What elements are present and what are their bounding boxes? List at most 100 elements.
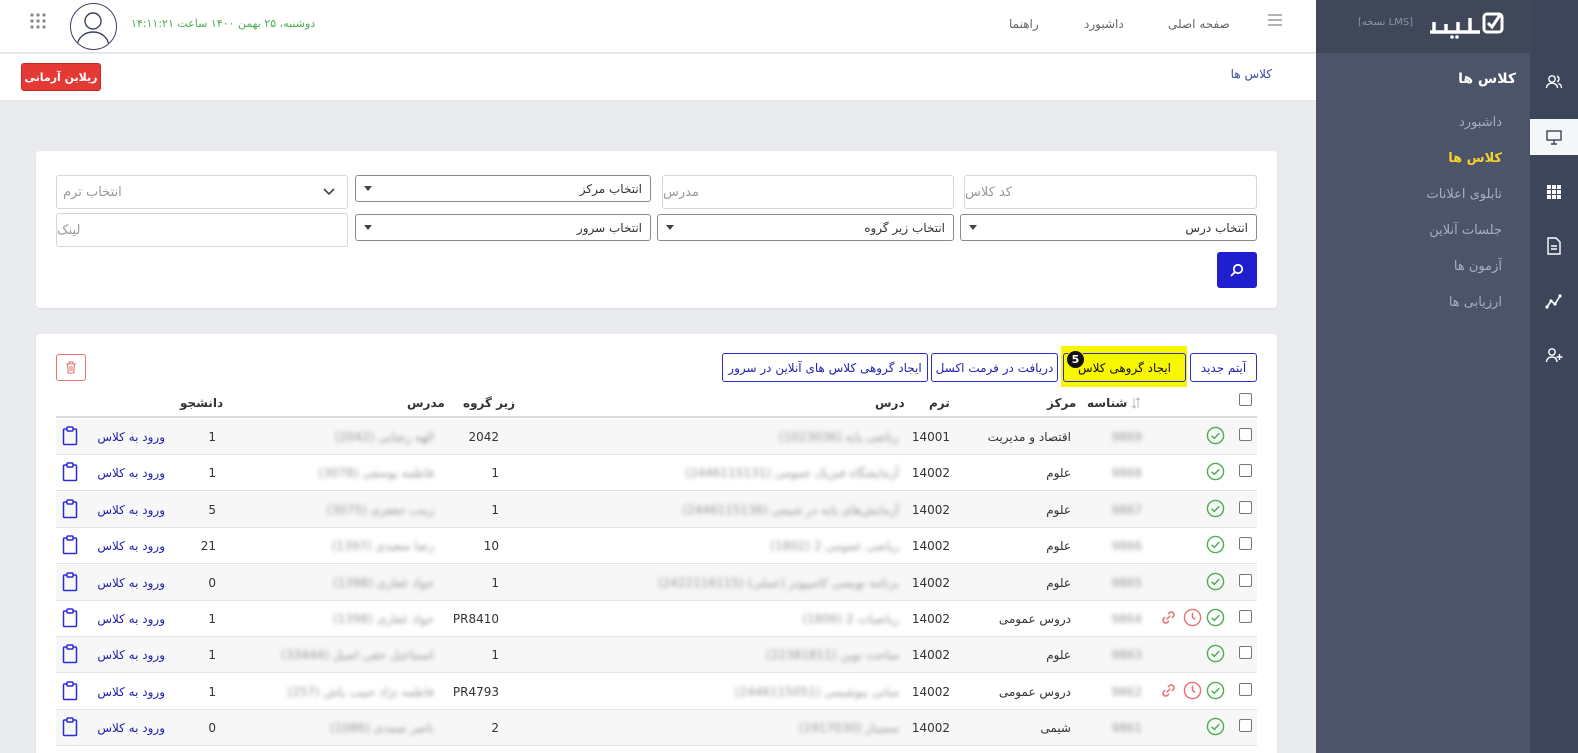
row-center: دروس عمومی (998, 685, 1071, 699)
table-row: 9865 علوم 14002 برنامه نویسی کامپیوتر (عملی… (56, 565, 1257, 601)
header-center[interactable]: مرکز (1047, 396, 1076, 410)
header-term[interactable]: ترم (929, 396, 950, 410)
analytics-icon[interactable] (1530, 283, 1578, 319)
add-user-icon[interactable] (1530, 337, 1578, 373)
clipboard-icon[interactable] (62, 426, 78, 446)
clipboard-icon[interactable] (62, 535, 78, 555)
row-students: 21 (200, 539, 216, 553)
enter-class-link[interactable]: ورود به کلاس (97, 430, 165, 444)
enter-class-link[interactable]: ورود به کلاس (97, 721, 165, 735)
bulk-online-create-button[interactable]: ایجاد گروهی کلاس های آنلاین در سرور (722, 353, 928, 382)
header-subgroup[interactable]: زیر گروه (463, 396, 515, 410)
enter-class-link[interactable]: ورود به کلاس (97, 685, 165, 699)
status-ok-icon[interactable] (1206, 462, 1225, 481)
breadcrumb[interactable]: کلاس ها (1231, 67, 1272, 81)
row-checkbox[interactable] (1239, 610, 1252, 623)
users-icon[interactable] (1530, 64, 1578, 100)
row-id: 9861 (1111, 721, 1142, 735)
row-teacher: زینب جعفری (3075) (326, 503, 434, 517)
row-center: علوم (1046, 539, 1071, 553)
row-students: 5 (208, 503, 216, 517)
enter-class-link[interactable]: ورود به کلاس (97, 539, 165, 553)
header-students[interactable]: دانشجو (180, 396, 223, 410)
row-checkbox[interactable] (1239, 428, 1252, 441)
delete-button[interactable] (56, 354, 86, 381)
link-icon[interactable] (1159, 608, 1178, 627)
enter-class-link[interactable]: ورود به کلاس (97, 612, 165, 626)
search-icon (1230, 263, 1244, 277)
clipboard-icon[interactable] (62, 608, 78, 628)
class-code-input[interactable]: کد کلاس (964, 175, 1257, 209)
link-icon[interactable] (1159, 681, 1178, 700)
avatar[interactable] (70, 3, 117, 50)
sort-icon[interactable] (1131, 397, 1141, 409)
nav-dashboard[interactable]: داشبورد (1084, 17, 1124, 31)
status-ok-icon[interactable] (1206, 535, 1225, 554)
status-ok-icon[interactable] (1206, 608, 1225, 627)
row-teacher: اسماعیل حقی اصیل (33444) (281, 648, 434, 662)
clipboard-icon[interactable] (62, 644, 78, 664)
term-select[interactable]: انتخاب ترم (56, 175, 348, 209)
row-term: 14002 (911, 612, 950, 626)
status-ok-icon[interactable] (1206, 644, 1225, 663)
row-checkbox[interactable] (1239, 683, 1252, 696)
subgroup-select[interactable]: انتخاب زیر گروه (657, 214, 954, 241)
header-id[interactable]: شناسه (1087, 396, 1127, 410)
enter-class-link[interactable]: ورود به کلاس (97, 648, 165, 662)
clock-icon[interactable] (1183, 681, 1202, 700)
sidebar-item-evaluations[interactable]: ارزیابی ها (1449, 295, 1502, 310)
row-checkbox[interactable] (1239, 646, 1252, 659)
link-input[interactable]: لینک (56, 213, 348, 247)
new-item-button[interactable]: آیتم جدید (1190, 353, 1257, 382)
monitor-icon[interactable] (1530, 119, 1578, 155)
document-icon[interactable] (1530, 228, 1578, 264)
clipboard-icon[interactable] (62, 717, 78, 737)
sidebar-item-exams[interactable]: آزمون ها (1454, 259, 1502, 274)
nav-home[interactable]: صفحه اصلی (1168, 17, 1230, 31)
sidebar-item-notice-board[interactable]: تابلوی اعلانات (1427, 187, 1502, 202)
course-select[interactable]: انتخاب درس (960, 214, 1257, 241)
status-ok-icon[interactable] (1206, 681, 1225, 700)
organization-button[interactable]: ریلاین آرمانی (21, 63, 101, 91)
clipboard-icon[interactable] (62, 681, 78, 701)
row-subgroup: 1 (491, 466, 499, 480)
row-checkbox[interactable] (1239, 574, 1252, 587)
select-all-checkbox[interactable] (1239, 393, 1252, 406)
row-center: علوم (1046, 503, 1071, 517)
nav-help[interactable]: راهنما (1009, 17, 1039, 31)
sidebar-section-title: کلاس ها (1458, 71, 1516, 87)
server-select[interactable]: انتخاب سرور (355, 214, 651, 241)
enter-class-link[interactable]: ورود به کلاس (97, 466, 165, 480)
table-row: 9864 دروس عمومی 14002 ریاضیات 2 (1806) PR841… (56, 601, 1257, 637)
header-course[interactable]: درس (875, 396, 905, 410)
status-ok-icon[interactable] (1206, 572, 1225, 591)
row-checkbox[interactable] (1239, 501, 1252, 514)
row-checkbox[interactable] (1239, 719, 1252, 732)
clipboard-icon[interactable] (62, 499, 78, 519)
row-course: مبانی بیوشیمی (2446115051) (734, 685, 899, 699)
sidebar-item-dashboard[interactable]: داشبورد (1459, 115, 1502, 130)
enter-class-link[interactable]: ورود به کلاس (97, 576, 165, 590)
header-teacher[interactable]: مدرس (407, 396, 445, 410)
status-ok-icon[interactable] (1206, 717, 1225, 736)
teacher-input[interactable]: مدرس (662, 175, 954, 209)
status-ok-icon[interactable] (1206, 426, 1225, 445)
row-checkbox[interactable] (1239, 537, 1252, 550)
row-course: آزمایش‌های پایه در شیمی (2446115136) (682, 503, 899, 517)
row-checkbox[interactable] (1239, 464, 1252, 477)
row-course: برنامه نویسی کامپیوتر (عملی) (2422116115… (657, 576, 899, 590)
clock-icon[interactable] (1183, 608, 1202, 627)
enter-class-link[interactable]: ورود به کلاس (97, 503, 165, 517)
row-term: 14001 (911, 430, 950, 444)
clipboard-icon[interactable] (62, 462, 78, 482)
sidebar-item-classes[interactable]: کلاس ها (1448, 151, 1502, 166)
menu-toggle-icon[interactable] (1268, 13, 1282, 27)
excel-export-button[interactable]: دریافت در فرمت اکسل (931, 353, 1058, 382)
grid-icon[interactable] (1530, 174, 1578, 210)
center-select[interactable]: انتخاب مرکز (355, 175, 651, 202)
apps-grid-icon[interactable] (29, 12, 47, 30)
search-button[interactable] (1217, 252, 1257, 288)
sidebar-item-online-sessions[interactable]: جلسات آنلاین (1429, 223, 1502, 238)
clipboard-icon[interactable] (62, 572, 78, 592)
status-ok-icon[interactable] (1206, 499, 1225, 518)
